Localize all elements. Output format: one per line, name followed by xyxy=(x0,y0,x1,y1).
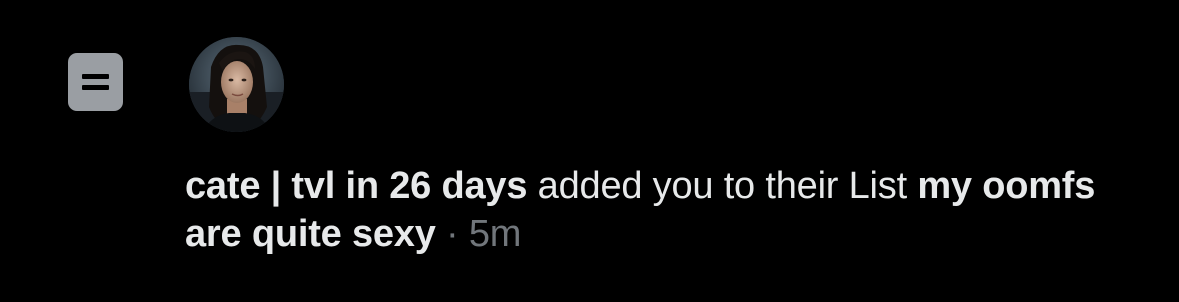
notification-text: cate | tvl in 26 days added you to their… xyxy=(185,162,1135,258)
actor-name[interactable]: cate | tvl in 26 days xyxy=(185,165,527,207)
list-added-notification[interactable]: cate | tvl in 26 days added you to their… xyxy=(0,0,1179,302)
action-text: added you to their List xyxy=(527,165,918,207)
timestamp: 5m xyxy=(468,213,522,255)
list-icon-line-top xyxy=(82,74,109,79)
list-icon-line-bottom xyxy=(82,85,109,90)
avatar-image xyxy=(189,37,284,132)
avatar[interactable] xyxy=(189,37,284,132)
separator-dot: · xyxy=(435,213,469,255)
list-icon xyxy=(68,53,123,111)
